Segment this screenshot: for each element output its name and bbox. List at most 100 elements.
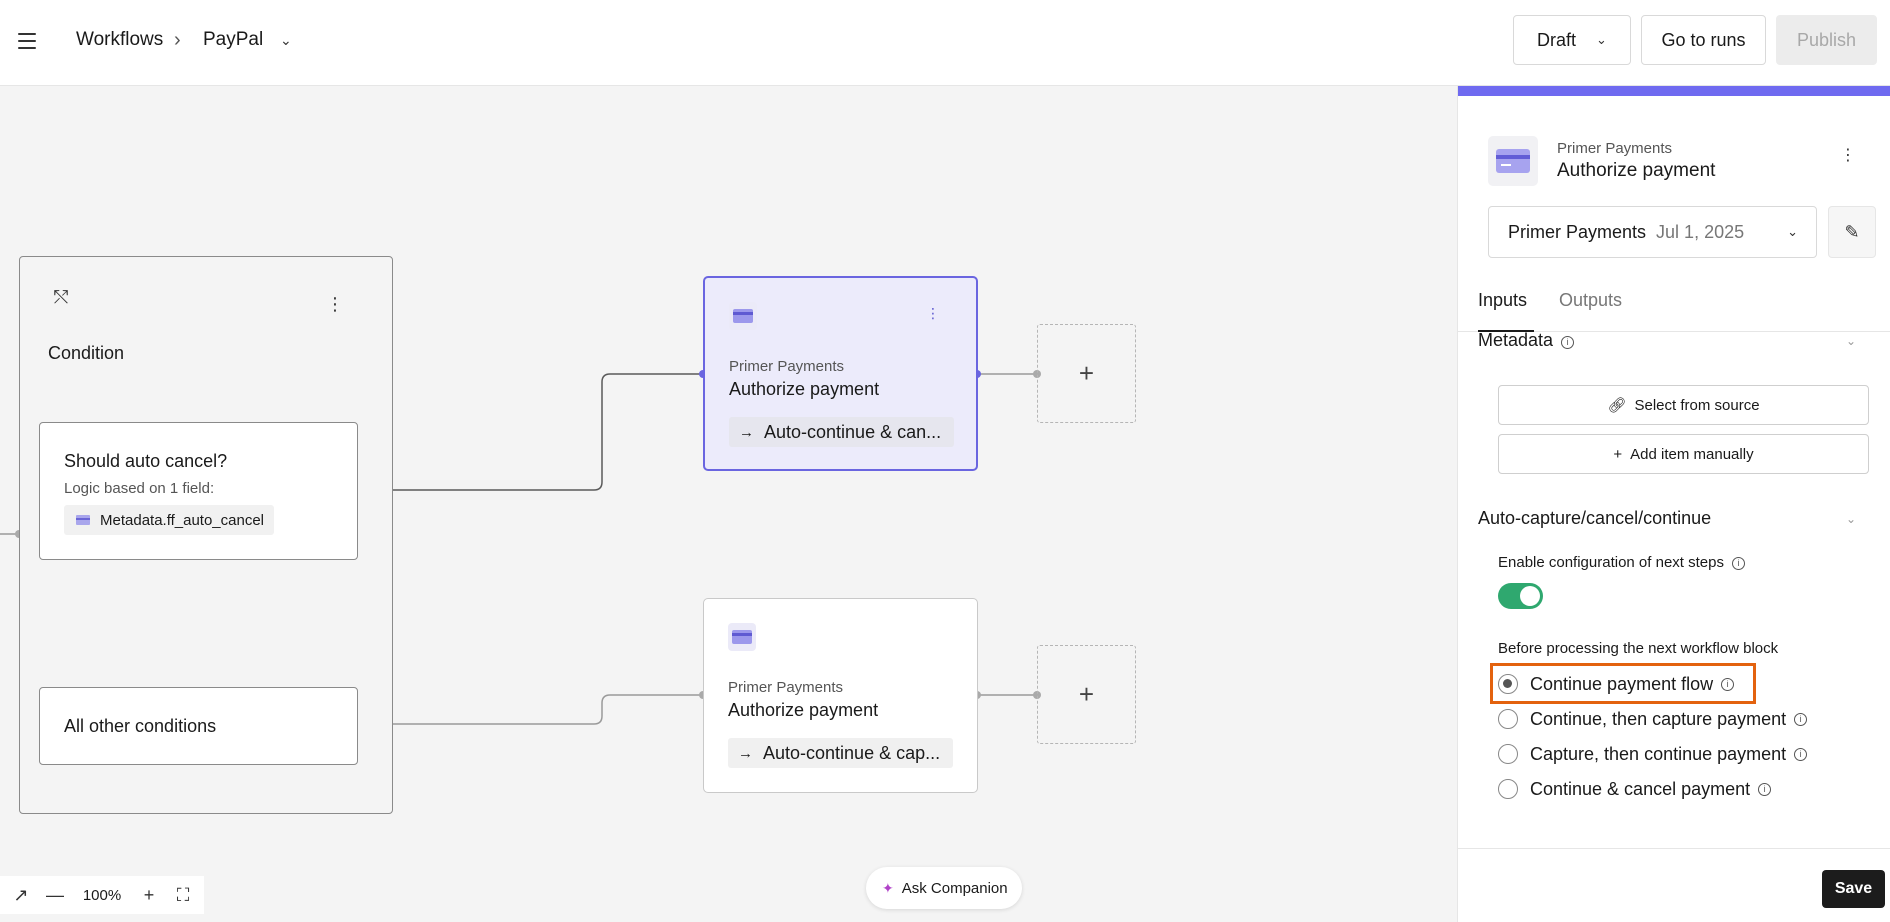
node-title: Authorize payment [728,700,879,720]
chevron-down-icon[interactable]: ⌄ [1846,512,1856,526]
ask-companion-label: Ask Companion [901,879,1008,897]
authorize-payment-node-selected[interactable]: ⋮ Primer Payments Authorize payment → Au… [703,276,978,471]
zoom-in-icon[interactable]: + [134,880,164,910]
radio-option-continue-payment-flow[interactable]: Continue payment flow i [1498,670,1735,698]
branch-split-icon: ⤲ [54,287,69,307]
section-title-auto-capture[interactable]: Auto-capture/cancel/continue [1478,508,1711,529]
add-step-button[interactable]: + [1037,324,1136,423]
credit-card-icon [76,515,90,525]
tab-inputs[interactable]: Inputs [1478,290,1527,311]
breadcrumb-separator-icon: › [174,29,181,51]
save-button[interactable]: Save [1822,870,1885,908]
sparkle-icon: ✦ [882,879,894,896]
radio-label: Continue payment flow [1530,673,1714,694]
section-title-metadata-label: Metadata [1478,330,1554,350]
edge-branch2-node2 [357,694,703,725]
breadcrumb-current[interactable]: PayPal [203,28,263,52]
kebab-menu-icon[interactable]: ⋮ [326,295,344,313]
tab-outputs[interactable]: Outputs [1559,290,1622,311]
node-provider: Primer Payments [729,358,845,375]
select-from-source-button[interactable]: 🔗︎ Select from source [1498,385,1869,425]
go-to-runs-button[interactable]: Go to runs [1641,15,1766,65]
radio-label: Continue, then capture payment [1530,708,1787,729]
field-chip: Metadata.ff_auto_cancel [64,505,275,535]
panel-provider: Primer Payments [1557,140,1673,157]
version-select[interactable]: Primer Payments Jul 1, 2025 ⌄ [1488,206,1817,258]
condition-branch-card-other[interactable]: All other conditions [39,687,358,765]
workflow-canvas[interactable]: ⤲ ⋮ Condition Should auto cancel? Logic … [0,86,1457,922]
publish-button[interactable]: Publish [1776,15,1877,65]
node-provider: Primer Payments [728,679,844,696]
info-icon[interactable]: i [1794,747,1808,761]
ask-companion-button[interactable]: ✦ Ask Companion [866,867,1022,909]
edit-pencil-icon[interactable]: ✎ [1828,206,1876,258]
panel-title: Authorize payment [1557,160,1716,181]
radio-button[interactable] [1498,674,1518,694]
radio-button[interactable] [1498,744,1518,764]
condition-block[interactable]: ⤲ ⋮ Condition Should auto cancel? Logic … [19,256,393,814]
branch-subtitle: Logic based on 1 field: [64,480,215,497]
next-step-chip: → Auto-continue & cap... [728,738,953,768]
panel-accent-bar [1458,86,1890,96]
radio-label: Continue & cancel payment [1530,778,1751,799]
link-icon: 🔗︎ [1607,397,1627,414]
zoom-controls: ↗ — 100% + ⛶ [0,876,204,914]
footer-divider [1458,848,1890,849]
hamburger-menu-icon[interactable] [18,28,44,54]
info-icon[interactable]: i [1758,782,1772,796]
zoom-out-icon[interactable]: — [40,880,70,910]
enable-config-label-text: Enable configuration of next steps [1498,554,1724,571]
next-step-chip: → Auto-continue & can... [729,417,954,447]
chevron-down-icon: ⌄ [1596,32,1607,47]
version-provider: Primer Payments [1508,221,1647,242]
workflow-switcher-chevron-icon[interactable]: ⌄ [280,30,292,50]
condition-title: Condition [48,343,125,363]
info-icon[interactable]: i [1731,557,1745,570]
radio-button[interactable] [1498,779,1518,799]
info-icon[interactable]: i [1561,336,1575,349]
field-chip-label: Metadata.ff_auto_cancel [100,511,265,529]
edge-branch1-node1 [357,373,703,491]
info-icon[interactable]: i [1721,677,1735,691]
info-icon[interactable]: i [1794,712,1808,726]
kebab-menu-icon[interactable]: ⋮ [926,306,940,320]
radio-button[interactable] [1498,709,1518,729]
breadcrumb-workflows[interactable]: Workflows [76,28,163,52]
radio-label: Capture, then continue payment [1530,743,1787,764]
version-date: Jul 1, 2025 [1656,221,1745,242]
next-step-label: Auto-continue & cap... [763,742,941,763]
enable-config-toggle[interactable] [1498,583,1543,609]
collapse-arrow-icon[interactable]: ↗ [6,880,36,910]
status-select[interactable]: Draft ⌄ [1513,15,1631,65]
section-title-metadata[interactable]: Metadata i [1478,330,1575,351]
arrow-right-icon: → [738,744,753,762]
arrow-right-icon: → [739,423,754,441]
authorize-payment-node[interactable]: Primer Payments Authorize payment → Auto… [703,598,978,793]
kebab-menu-icon[interactable]: ⋮ [1840,148,1856,164]
add-item-manually-label: Add item manually [1630,445,1754,463]
chevron-down-icon: ⌄ [1787,224,1798,239]
radio-option-capture-then-continue[interactable]: Capture, then continue payment i [1498,740,1808,768]
node-title: Authorize payment [729,379,880,399]
enable-config-label: Enable configuration of next steps i [1498,554,1745,571]
status-select-value: Draft [1537,29,1577,50]
add-item-manually-button[interactable]: + Add item manually [1498,434,1869,474]
radio-option-continue-then-capture[interactable]: Continue, then capture payment i [1498,705,1808,733]
plus-icon: + [1078,679,1095,709]
branch-title: Should auto cancel? [64,451,228,471]
fit-screen-icon[interactable]: ⛶ [168,880,198,910]
credit-card-icon [1488,136,1538,186]
before-processing-label: Before processing the next workflow bloc… [1498,640,1779,657]
branch-title: All other conditions [64,716,217,736]
next-step-label: Auto-continue & can... [764,421,942,442]
add-step-button[interactable]: + [1037,645,1136,744]
plus-icon: + [1078,358,1095,388]
block-settings-panel: Primer Payments Authorize payment ⋮ Prim… [1457,86,1890,922]
credit-card-icon [729,302,757,330]
zoom-level: 100% [82,886,122,904]
radio-option-continue-and-cancel[interactable]: Continue & cancel payment i [1498,775,1772,803]
top-bar: Workflows › PayPal ⌄ Draft ⌄ Go to runs … [0,0,1890,86]
plus-icon: + [1613,445,1623,463]
condition-branch-card[interactable]: Should auto cancel? Logic based on 1 fie… [39,422,358,560]
chevron-down-icon[interactable]: ⌄ [1846,334,1856,348]
